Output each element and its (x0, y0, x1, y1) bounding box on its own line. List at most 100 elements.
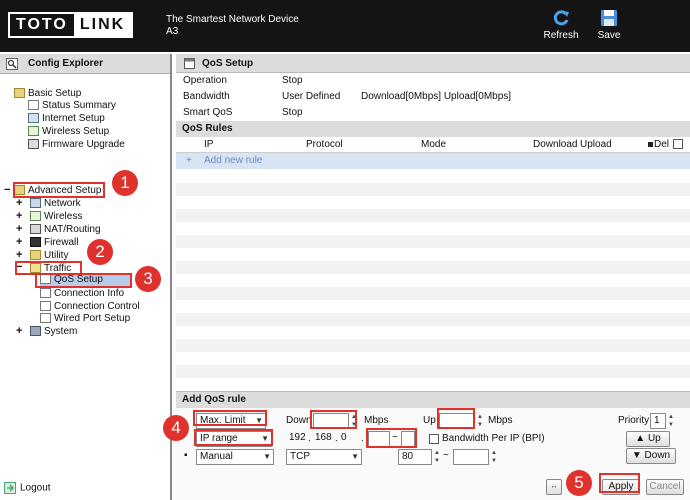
port-end-input[interactable] (453, 449, 489, 465)
step-badge-1: 1 (112, 170, 138, 196)
delete-all-checkbox[interactable] (673, 139, 683, 149)
expand-wireless-icon[interactable]: + (16, 210, 22, 222)
tree-nat-routing-label: NAT/Routing (44, 224, 101, 235)
move-down-button[interactable]: ▼ Down (626, 448, 676, 464)
chevron-down-icon: ▼ (351, 452, 359, 461)
arrow-icon-button[interactable]: ↔ (546, 479, 562, 495)
tree-firewall[interactable]: Firewall (30, 237, 78, 249)
computer-icon (30, 326, 41, 337)
tree-nat-routing[interactable]: NAT/Routing (30, 224, 101, 236)
tree-wireless[interactable]: Wireless (30, 211, 82, 223)
highlight-upload-input (437, 408, 475, 429)
totolink-logo: TOTO LINK (8, 12, 134, 38)
priority-spinner-icon[interactable]: ▲ ▼ (667, 413, 675, 429)
globe-icon (28, 113, 39, 124)
tree-status-summary[interactable]: Status Summary (28, 100, 116, 112)
collapse-advanced-icon[interactable]: − (4, 184, 10, 196)
tree-wireless-setup[interactable]: Wireless Setup (28, 126, 109, 138)
logo-part1: TOTO (16, 16, 68, 33)
tree-connection-info[interactable]: Connection Info (40, 288, 124, 300)
protocol-value: TCP (290, 451, 310, 462)
tagline: The Smartest Network Device A3 (166, 14, 299, 38)
upload-spinner-icon[interactable]: ▲ ▼ (476, 413, 484, 429)
port-type-select[interactable]: Manual ▼ (196, 449, 274, 465)
col-del: Del (648, 137, 669, 153)
add-new-rule-row[interactable]: + Add new rule (176, 153, 690, 169)
col-upload: Upload (580, 139, 612, 150)
mbps-label-up: Mbps (488, 415, 513, 426)
tree-network[interactable]: Network (30, 198, 81, 210)
expand-firewall-icon[interactable]: + (16, 236, 22, 248)
ip-octet2[interactable]: 168 (312, 431, 336, 447)
port-start-spinner-icon[interactable]: ▲ ▼ (433, 449, 441, 465)
logout-link[interactable]: Logout (4, 482, 51, 494)
step-badge-4: 4 (163, 415, 189, 441)
qos-rules-header: QoS Rules (176, 121, 690, 137)
highlight-ip-range (366, 428, 417, 448)
down-label: Down (286, 415, 312, 426)
expand-nat-icon[interactable]: + (16, 223, 22, 235)
highlight-advanced-setup (13, 182, 105, 198)
folder-icon (30, 250, 41, 261)
port-range-tilde: ~ (443, 450, 449, 461)
highlight-download-input (310, 410, 357, 429)
logout-label: Logout (20, 482, 51, 494)
delete-icon (648, 142, 653, 147)
bandwidth-label: Bandwidth (183, 91, 230, 102)
tree-firmware-upgrade-label: Firmware Upgrade (42, 139, 125, 150)
port-start-input[interactable]: 80 (398, 449, 432, 465)
save-button[interactable]: Save (589, 8, 629, 41)
wireless-icon (28, 126, 39, 137)
ip-octet1[interactable]: 192 (286, 431, 310, 447)
tree-connection-control-label: Connection Control (54, 301, 140, 312)
document-icon (40, 313, 51, 324)
ip-octet3[interactable]: 0 (338, 431, 358, 447)
tree-internet-setup[interactable]: Internet Setup (28, 113, 105, 125)
info-row-bandwidth: Bandwidth User Defined Download[0Mbps] U… (176, 89, 690, 105)
col-protocol: Protocol (306, 139, 343, 150)
move-down-label: Down (644, 450, 671, 461)
expand-utility-icon[interactable]: + (16, 249, 22, 261)
bpi-checkbox[interactable] (429, 434, 439, 444)
tree-firmware-upgrade[interactable]: Firmware Upgrade (28, 139, 125, 151)
top-bar: TOTO LINK The Smartest Network Device A3… (0, 0, 690, 52)
tree-internet-setup-label: Internet Setup (42, 113, 105, 124)
tree-wired-port-setup-label: Wired Port Setup (54, 313, 131, 324)
ip-dot3: . (361, 433, 364, 444)
highlight-limit-mode (193, 410, 267, 426)
tree-connection-info-label: Connection Info (54, 288, 125, 299)
qos-setup-header: QoS Setup (176, 54, 690, 73)
cancel-button[interactable]: Cancel (646, 479, 684, 495)
priority-label: Priority (618, 415, 650, 426)
tree-connection-control[interactable]: Connection Control (40, 301, 140, 313)
tree-wireless-label: Wireless (44, 211, 83, 222)
col-download: Download (533, 139, 578, 150)
config-explorer-header: Config Explorer (0, 54, 170, 74)
folder-gear-icon (14, 88, 25, 99)
tree-wired-port-setup[interactable]: Wired Port Setup (40, 313, 130, 325)
info-row-operation: Operation Stop (176, 73, 690, 89)
tree-basic-setup[interactable]: Basic Setup (14, 88, 81, 100)
move-up-button[interactable]: ▲ Up (626, 431, 670, 447)
expand-network-icon[interactable]: + (16, 197, 22, 209)
tree-status-summary-label: Status Summary (42, 100, 116, 111)
floppy-disk-icon (601, 10, 617, 26)
tagline-model: A3 (166, 26, 179, 37)
tree-system[interactable]: System (30, 326, 77, 338)
mbps-label-down: Mbps (364, 415, 389, 426)
save-label: Save (597, 30, 621, 41)
add-new-rule-label: Add new rule (204, 155, 263, 166)
highlight-qos-setup (35, 273, 132, 288)
expand-system-icon[interactable]: + (16, 325, 22, 337)
tagline-line1: The Smartest Network Device (166, 14, 299, 25)
refresh-button[interactable]: Refresh (541, 8, 581, 41)
row-bullet: ▪ (184, 450, 188, 461)
col-del-label: Del (654, 139, 670, 150)
protocol-select[interactable]: TCP ▼ (286, 449, 362, 465)
step-badge-5: 5 (566, 470, 592, 496)
port-type-value: Manual (200, 451, 233, 462)
port-end-spinner-icon[interactable]: ▲ ▼ (490, 449, 498, 465)
priority-input[interactable]: 1 (650, 413, 666, 429)
logout-icon (4, 482, 16, 494)
tree-utility-label: Utility (44, 250, 69, 261)
